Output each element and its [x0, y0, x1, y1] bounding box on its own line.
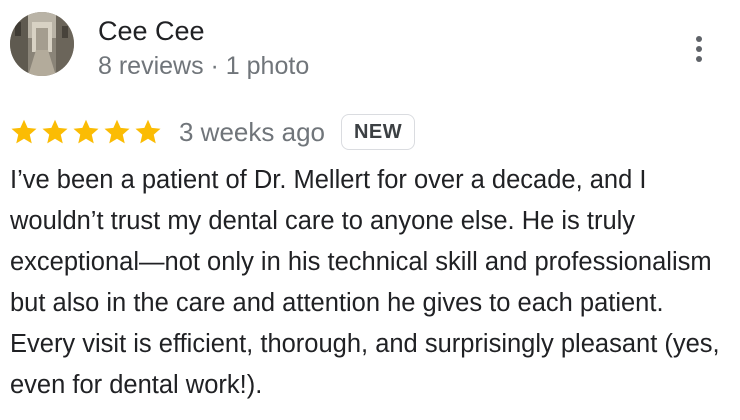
more-vertical-icon-dot [696, 46, 702, 52]
star-icon [133, 117, 163, 147]
star-icon [40, 117, 70, 147]
star-icon [102, 117, 132, 147]
star-icon [9, 117, 39, 147]
reviewer-meta: 8 reviews · 1 photo [98, 52, 310, 80]
rating-row: 3 weeks ago NEW [9, 110, 416, 154]
star-icon [71, 117, 101, 147]
new-badge: NEW [340, 114, 416, 150]
star-rating [9, 117, 163, 147]
more-options-button[interactable] [684, 30, 714, 68]
avatar[interactable] [10, 12, 74, 76]
more-vertical-icon [696, 36, 702, 42]
review-text: I’ve been a patient of Dr. Mellert for o… [10, 166, 720, 399]
reviewer-name[interactable]: Cee Cee [98, 14, 205, 48]
reviewer-photo-avatar [10, 12, 74, 76]
more-vertical-icon-dot [696, 56, 702, 62]
review-date: 3 weeks ago [179, 116, 325, 147]
